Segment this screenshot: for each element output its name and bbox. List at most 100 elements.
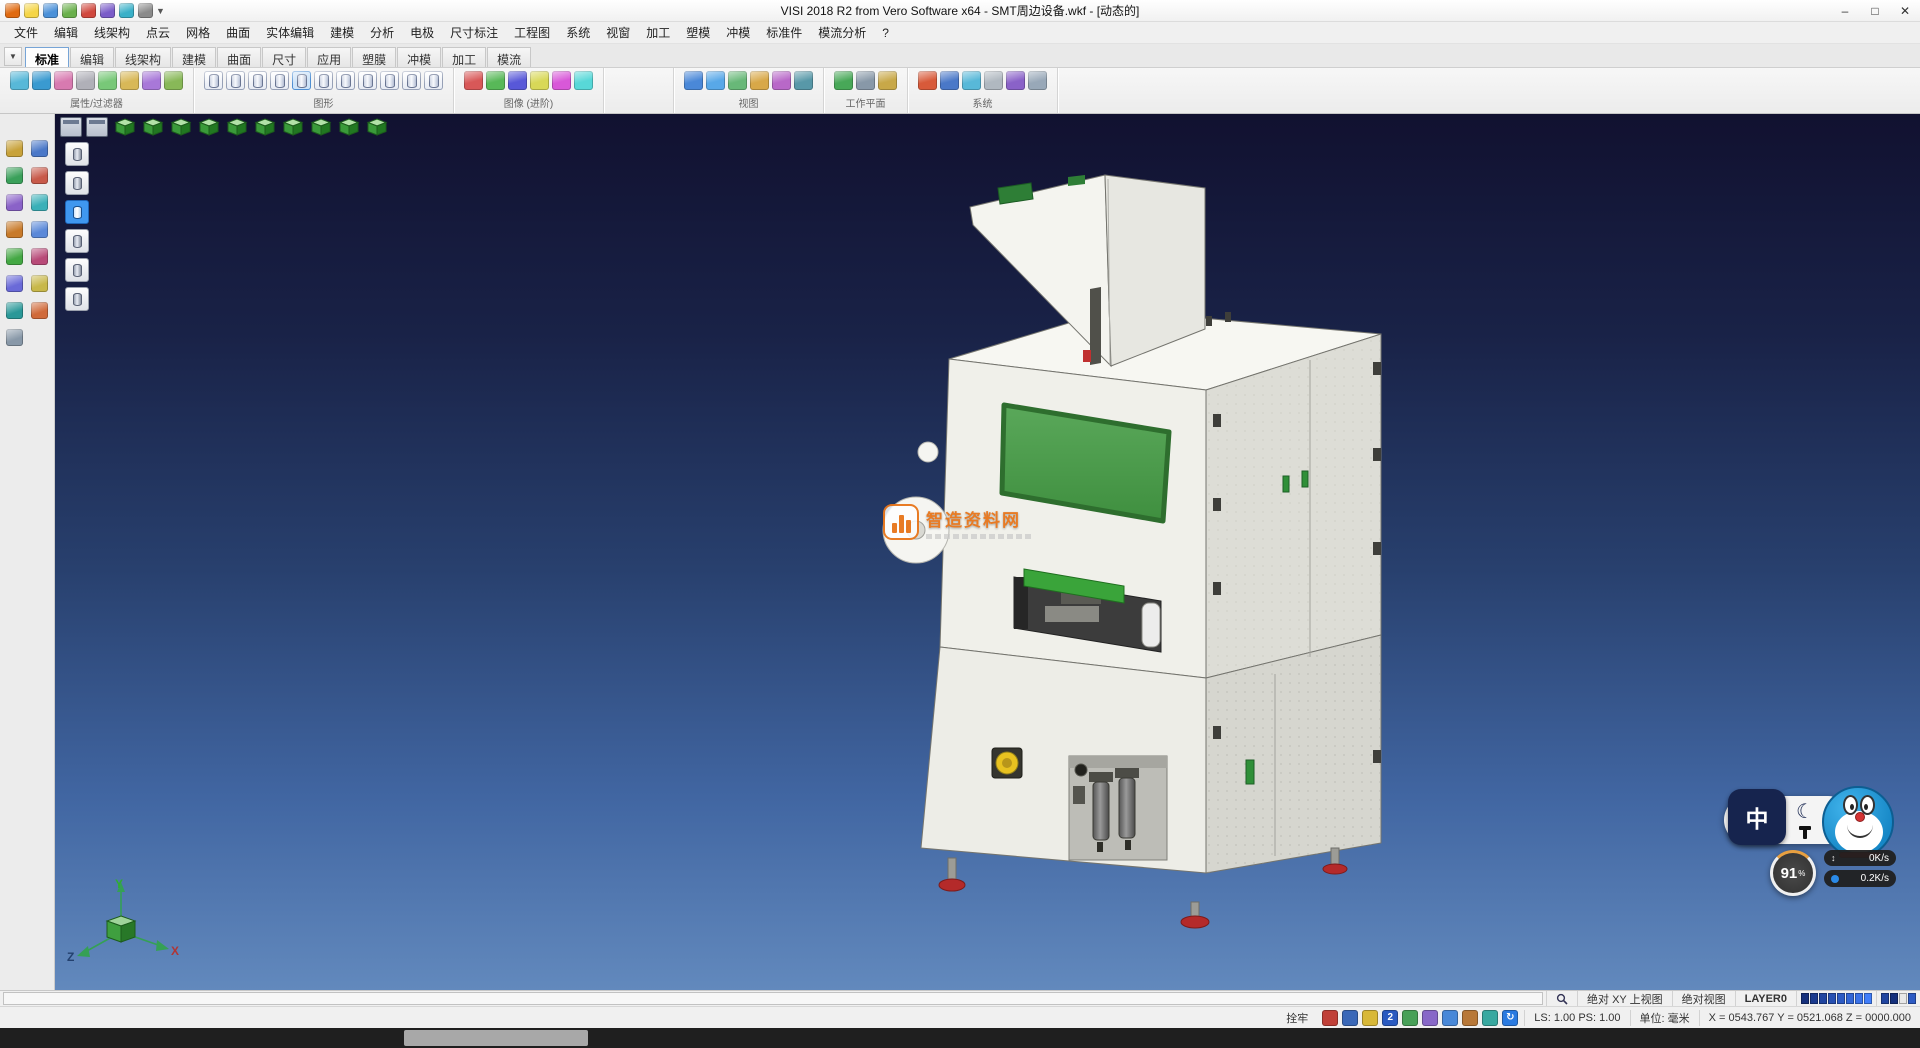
reflection-icon[interactable] [552,71,571,90]
menu-item[interactable]: 电极 [402,22,442,43]
color-swatch[interactable] [1899,993,1907,1004]
open-file-icon[interactable] [43,3,58,18]
selection-icon[interactable] [6,140,23,157]
menu-item[interactable]: 系统 [558,22,598,43]
copy-icon[interactable] [31,167,48,184]
shaded-edges-mode[interactable] [65,229,89,253]
ucs-icon[interactable] [6,302,23,319]
rotate-icon[interactable] [6,194,23,211]
color-swatch[interactable] [1810,993,1818,1004]
section-display-icon[interactable] [358,71,377,90]
shadow-icon[interactable] [530,71,549,90]
night-mode-icon[interactable]: ☾ [1796,799,1814,824]
color-filter-icon[interactable] [98,71,117,90]
layers-status-icon[interactable] [1422,1010,1438,1026]
grid-settings-icon[interactable] [984,71,1003,90]
transparent-mode[interactable] [65,258,89,282]
snap-lock-label[interactable]: 拴牢 [1278,1010,1316,1026]
menu-item[interactable]: 实体编辑 [258,22,322,43]
world-status-icon[interactable] [1482,1010,1498,1026]
ribbon-tab[interactable]: 尺寸 [262,47,306,67]
hidden-line-display-icon[interactable] [248,71,267,90]
pen-status-icon[interactable] [1402,1010,1418,1026]
app-logo[interactable] [5,3,20,18]
snap-status-icon[interactable] [1462,1010,1478,1026]
compare-display-icon[interactable] [380,71,399,90]
taskbar-item[interactable] [404,1030,588,1046]
redo-icon[interactable] [119,3,134,18]
annotation-icon[interactable] [31,275,48,292]
menu-item[interactable]: 文件 [6,22,46,43]
menu-item[interactable]: 线架构 [86,22,138,43]
top-view[interactable] [141,116,165,138]
workplane-align-icon[interactable] [856,71,875,90]
color-swatch[interactable] [1846,993,1854,1004]
color-swatch[interactable] [1855,993,1863,1004]
lighting-icon[interactable] [508,71,527,90]
stretch-icon[interactable] [6,221,23,238]
search-button[interactable] [1546,991,1577,1006]
color-swatch[interactable] [1864,993,1872,1004]
graphics-viewport[interactable]: 智造资料网 Y X Z 中 ☾ [55,114,1920,990]
menu-item[interactable]: 视窗 [598,22,638,43]
menu-item[interactable]: 分析 [362,22,402,43]
bottom-view[interactable] [169,116,193,138]
ambient-icon[interactable] [574,71,593,90]
menu-item[interactable]: 加工 [638,22,678,43]
wireframe-display-icon[interactable] [204,71,223,90]
ribbon-tab[interactable]: 塑膜 [352,47,396,67]
previous-view-icon[interactable] [794,71,813,90]
perspective-icon[interactable] [1028,71,1047,90]
match-properties-icon[interactable] [54,71,73,90]
color-swatch[interactable] [1908,993,1916,1004]
attributes-icon[interactable] [31,248,48,265]
ribbon-tab[interactable]: 模流 [487,47,531,67]
shaded-display-icon[interactable] [292,71,311,90]
material-icon[interactable] [486,71,505,90]
count-status-icon[interactable]: 2 [1382,1010,1398,1026]
save-icon[interactable] [62,3,77,18]
menu-item[interactable]: 冲模 [718,22,758,43]
ribbon-tab[interactable]: 线架构 [115,47,171,67]
menu-item[interactable]: 建模 [322,22,362,43]
doc-status-icon[interactable] [1342,1010,1358,1026]
display-status-icon[interactable] [1322,1010,1338,1026]
analyze-display-icon[interactable] [424,71,443,90]
image-status-icon[interactable] [1362,1010,1378,1026]
view-orientation-status[interactable]: 绝对 XY 上视图 [1577,991,1672,1006]
measure-icon[interactable] [6,275,23,292]
ribbon-tab[interactable]: 加工 [442,47,486,67]
rendered-display-icon[interactable] [314,71,333,90]
menu-item[interactable]: ? [874,24,897,42]
dashed-display-icon[interactable] [270,71,289,90]
view-manager-icon[interactable] [31,302,48,319]
print-icon[interactable] [81,3,96,18]
ribbon-tab[interactable]: 曲面 [217,47,261,67]
zoom-window-icon[interactable] [706,71,725,90]
properties-icon[interactable] [10,71,29,90]
color-swatch[interactable] [1890,993,1898,1004]
ribbon-tab[interactable]: 应用 [307,47,351,67]
right-view[interactable] [253,116,277,138]
menu-item[interactable]: 点云 [138,22,178,43]
toolbar-options-arrow-icon[interactable]: ▼ [153,6,168,16]
filter-icon[interactable] [32,71,51,90]
hidden-line-mode[interactable] [65,171,89,195]
doraemon-mascot[interactable] [1822,786,1894,858]
close-button[interactable]: ✕ [1890,0,1920,21]
color-swatch[interactable] [1837,993,1845,1004]
palette-icon[interactable] [6,329,23,346]
mirror-icon[interactable] [31,194,48,211]
outline-display-icon[interactable] [226,71,245,90]
wireframe-mode[interactable] [65,142,89,166]
menu-item[interactable]: 网格 [178,22,218,43]
workplane-toggle-icon[interactable] [878,71,897,90]
menu-item[interactable]: 工程图 [506,22,558,43]
workplane-create-icon[interactable] [834,71,853,90]
offset-icon[interactable] [31,221,48,238]
color-swatch[interactable] [1828,993,1836,1004]
back-view[interactable] [225,116,249,138]
active-layer-status[interactable]: LAYER0 [1735,991,1796,1006]
menu-item[interactable]: 曲面 [218,22,258,43]
perspective-mode[interactable] [65,287,89,311]
